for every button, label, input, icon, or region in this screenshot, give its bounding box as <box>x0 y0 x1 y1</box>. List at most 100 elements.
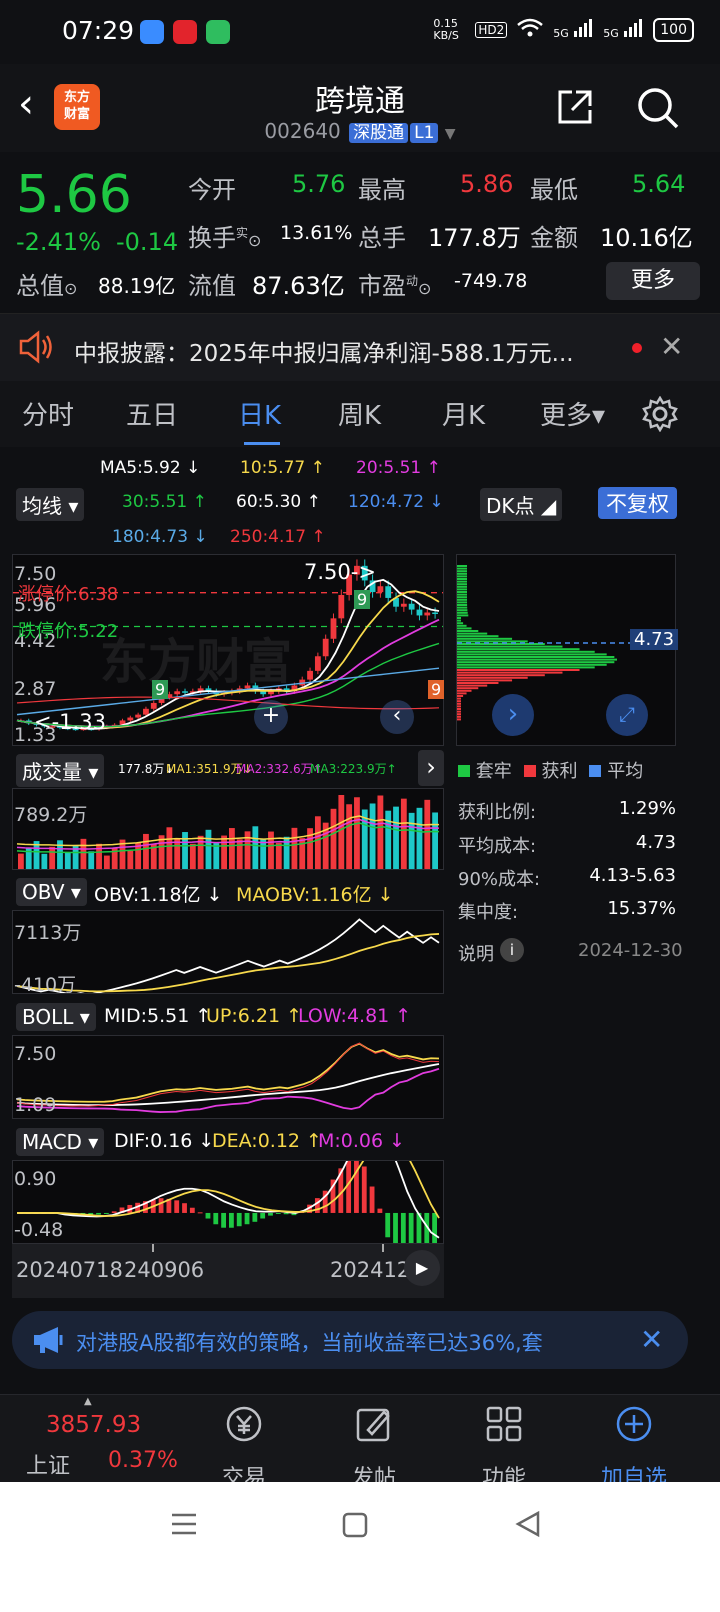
home-icon[interactable] <box>342 1512 368 1542</box>
volume-indicator-dropdown[interactable]: 成交量 ▾ <box>16 754 105 787</box>
high-value: 5.86 <box>460 170 514 198</box>
candle-body <box>307 670 313 680</box>
system-nav-bar <box>0 1482 720 1612</box>
scroll-left-button[interactable]: ‹ <box>380 700 414 734</box>
macd-bar <box>244 1212 250 1225</box>
chip-bar <box>457 684 488 687</box>
chip-note-label[interactable]: 说明 <box>458 940 494 966</box>
volume-bar <box>268 831 274 869</box>
macd-y-top: 0.90 <box>14 1168 57 1190</box>
macd-bar <box>393 1212 398 1243</box>
date-label-end: 202412 <box>330 1258 411 1282</box>
search-icon[interactable] <box>636 86 680 134</box>
volume-bar <box>166 827 173 869</box>
macd-panel[interactable] <box>12 1160 444 1244</box>
function-grid-icon[interactable] <box>454 1404 554 1453</box>
chip-bar <box>457 645 563 648</box>
macd-dif: DIF:0.16 ↓ <box>114 1130 215 1152</box>
volume-bar <box>275 842 282 869</box>
close-icon[interactable]: ✕ <box>660 330 683 363</box>
volume-bar <box>377 795 384 869</box>
close-icon[interactable]: ✕ <box>640 1323 663 1356</box>
stock-code-line[interactable]: 002640 深股通 L1 ▼ <box>0 118 720 143</box>
volume-value: 177.8万 <box>428 224 521 252</box>
macd-bar <box>377 1208 383 1213</box>
chip-bar <box>457 658 617 661</box>
fuquan-button[interactable]: 不复权 <box>598 487 677 519</box>
tab-intraday[interactable]: 分时 <box>22 395 74 432</box>
expand-icon[interactable]: ⤢ <box>606 694 648 736</box>
chip-bar <box>457 708 461 710</box>
chip-bar <box>457 679 513 682</box>
chevron-up-icon[interactable]: ▲ <box>84 1396 92 1407</box>
play-icon[interactable]: ▶ <box>404 1250 440 1286</box>
volume-bar <box>103 855 110 869</box>
chip-legend-label: 平均 <box>607 761 644 782</box>
macd-bar <box>189 1207 195 1213</box>
chip-bar <box>457 609 468 612</box>
tab-more[interactable]: 更多▾ <box>540 395 605 432</box>
chip-bar <box>457 674 545 677</box>
chip-row-label: 获利比例: <box>458 802 537 823</box>
info-icon[interactable]: i <box>500 938 524 962</box>
chip-row-label: 集中度: <box>458 902 519 923</box>
back-triangle-icon[interactable] <box>514 1510 542 1542</box>
boll-panel[interactable] <box>12 1035 444 1119</box>
settings-gear-icon[interactable] <box>642 395 678 436</box>
volume-bar <box>408 812 415 869</box>
signal-2-icon: 5G <box>603 19 643 41</box>
tab-weekly-k[interactable]: 周K <box>338 395 381 432</box>
date-tick <box>152 1244 154 1252</box>
chevron-right-icon[interactable]: › <box>418 750 444 786</box>
info-icon: ⊙ <box>248 231 262 250</box>
obv-indicator-dropdown[interactable]: OBV ▾ <box>16 878 87 906</box>
volume-label: 总手 <box>358 224 406 252</box>
candle-body <box>330 618 337 639</box>
index-value[interactable]: 3857.93 <box>46 1412 141 1438</box>
macd-bar <box>174 1200 180 1213</box>
chevron-right-icon[interactable]: › <box>492 694 534 736</box>
macd-indicator-dropdown[interactable]: MACD ▾ <box>16 1128 105 1156</box>
obv-value: OBV:1.18亿 ↓ <box>94 884 223 906</box>
post-icon[interactable] <box>324 1404 424 1453</box>
volume-bar <box>400 798 407 869</box>
status-time: 07:29 <box>62 16 135 45</box>
volume-bar <box>252 826 259 869</box>
macd-chart <box>17 1161 440 1243</box>
chip-bar <box>457 572 467 575</box>
volume-bar <box>330 808 337 869</box>
tab-five-day[interactable]: 五日 <box>126 395 178 432</box>
chip-bar <box>457 617 461 619</box>
ma180-label: 180:4.73 ↓ <box>112 527 208 547</box>
candle-body <box>150 702 157 709</box>
chip-bar <box>457 630 479 632</box>
open-value: 5.76 <box>292 170 346 198</box>
current-price: 5.66 <box>16 165 132 225</box>
volume-ma3-line <box>16 822 440 854</box>
add-watchlist-icon[interactable] <box>584 1404 684 1453</box>
boll-indicator-dropdown[interactable]: BOLL ▾ <box>16 1003 96 1031</box>
zoom-in-button[interactable]: + <box>254 700 288 734</box>
candle-body <box>143 708 149 715</box>
index-name[interactable]: 上证 <box>26 1448 70 1480</box>
volume-bar <box>88 851 95 869</box>
more-button[interactable]: 更多 <box>606 262 700 300</box>
chip-bar <box>457 601 468 604</box>
chip-bar <box>457 596 468 599</box>
float-label: 流值 <box>188 272 236 300</box>
menu-icon[interactable] <box>170 1510 198 1542</box>
ad-banner[interactable]: 对港股A股都有效的策略，当前收益率已达36%,套 ✕ <box>12 1311 688 1369</box>
chip-bar <box>457 692 467 695</box>
chip-bar <box>457 700 461 703</box>
share-icon[interactable] <box>554 86 596 132</box>
dk-point-dropdown[interactable]: DK点 ◢ <box>480 488 563 521</box>
kline-y-label-4: 2.87 <box>14 678 57 700</box>
tab-monthly-k[interactable]: 月K <box>442 395 485 432</box>
ma-mode-dropdown[interactable]: 均线 ▾ <box>16 488 85 521</box>
volume-bar <box>432 812 438 869</box>
chip-bar <box>457 718 461 721</box>
signal-1-label: 5G <box>553 27 569 40</box>
trade-icon[interactable] <box>194 1404 294 1453</box>
tab-daily-k[interactable]: 日K <box>238 395 281 432</box>
notice-bar[interactable]: 中报披露：2025年中报归属净利润-588.1万元... ✕ <box>0 313 720 381</box>
